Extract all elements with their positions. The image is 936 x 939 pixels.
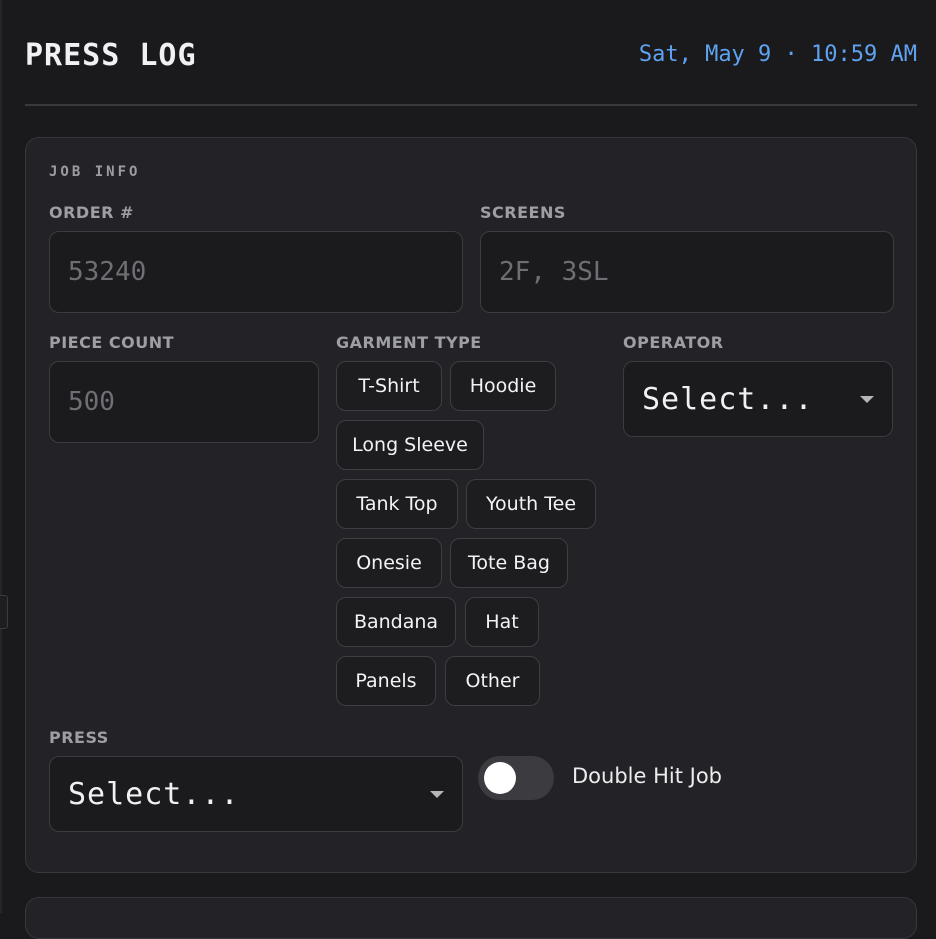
garment-chip-tank-top[interactable]: Tank Top xyxy=(336,479,458,529)
order-number-input[interactable]: 53240 xyxy=(49,231,463,313)
window-edge xyxy=(0,0,2,913)
screens-input[interactable]: 2F, 3SL xyxy=(480,231,894,313)
press-select-value: Select... xyxy=(68,776,240,812)
garment-chip-youth-tee[interactable]: Youth Tee xyxy=(466,479,596,529)
double-hit-label: Double Hit Job xyxy=(572,764,722,788)
garment-chip-other[interactable]: Other xyxy=(445,656,540,706)
operator-select[interactable]: Select... xyxy=(623,361,893,437)
operator-select-value: Select... xyxy=(642,381,814,417)
order-label: ORDER # xyxy=(49,203,134,222)
caret-down-icon xyxy=(860,396,874,403)
piece-count-input[interactable]: 500 xyxy=(49,361,319,443)
toggle-knob xyxy=(484,762,516,794)
double-hit-toggle[interactable] xyxy=(478,756,554,800)
press-label: PRESS xyxy=(49,728,109,747)
press-select[interactable]: Select... xyxy=(49,756,463,832)
caret-down-icon xyxy=(430,791,444,798)
section-title: JOB INFO xyxy=(49,164,141,180)
job-info-card: JOB INFO ORDER # 53240 SCREENS 2F, 3SL P… xyxy=(25,137,917,873)
next-section-card xyxy=(25,897,917,939)
operator-label: OPERATOR xyxy=(623,333,724,352)
current-datetime: Sat, May 9 · 10:59 AM xyxy=(638,42,917,67)
garment-chip-onesie[interactable]: Onesie xyxy=(336,538,442,588)
garment-chip-bandana[interactable]: Bandana xyxy=(336,597,456,647)
garment-chip-panels[interactable]: Panels xyxy=(336,656,436,706)
header: PRESS LOG Sat, May 9 · 10:59 AM xyxy=(25,34,917,78)
garment-type-label: GARMENT TYPE xyxy=(336,333,482,352)
piece-count-label: PIECE COUNT xyxy=(49,333,174,352)
side-drawer-handle[interactable] xyxy=(0,595,8,629)
order-number-placeholder: 53240 xyxy=(68,257,147,287)
header-divider xyxy=(25,104,917,106)
garment-chip-long-sleeve[interactable]: Long Sleeve xyxy=(336,420,484,470)
piece-count-placeholder: 500 xyxy=(68,387,115,417)
screens-label: SCREENS xyxy=(480,203,566,222)
screens-placeholder: 2F, 3SL xyxy=(499,257,609,287)
garment-chip-hoodie[interactable]: Hoodie xyxy=(450,361,556,411)
garment-chip-tote-bag[interactable]: Tote Bag xyxy=(450,538,568,588)
garment-chip-t-shirt[interactable]: T-Shirt xyxy=(336,361,442,411)
page-title: PRESS LOG xyxy=(25,38,197,73)
garment-chip-hat[interactable]: Hat xyxy=(465,597,539,647)
